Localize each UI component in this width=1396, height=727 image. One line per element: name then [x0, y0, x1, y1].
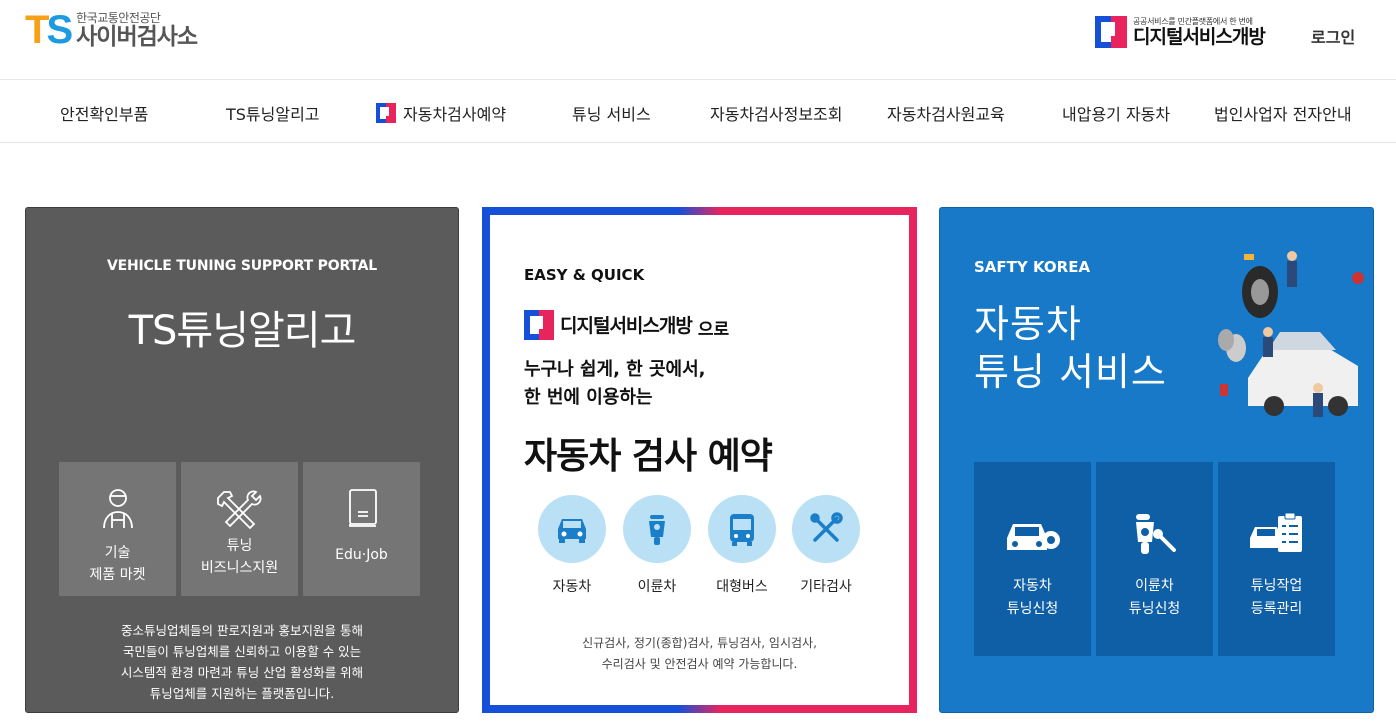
- tile-label-line2: 비즈니스지원: [200, 560, 279, 576]
- site-header: TS 한국교통안전공단 사이버검사소 공공서비스를 민간플랫폼에서 한 번에 디…: [0, 0, 1396, 80]
- document-icon: [348, 489, 377, 527]
- tile-label-line2: 등록관리: [1250, 601, 1303, 617]
- scooter-tool-icon: [1135, 514, 1176, 554]
- card-note: 신규검사, 정기(종합)검사, 튜닝검사, 임시검사, 수리검사 및 안전검사 …: [490, 633, 909, 675]
- card-eyebrow: SAFTY KOREA: [974, 258, 1091, 276]
- tile-label-line1: 튜닝: [226, 538, 253, 554]
- reserve-car-label: 자동차: [552, 579, 592, 595]
- mechanics-illustration: [1218, 251, 1364, 417]
- main-nav: 안전확인부품 TS튜닝알리고 자동차검사예약 튜닝 서비스 자동차검사정보조회 …: [0, 80, 1396, 143]
- tile-label: 튜닝작업 등록관리: [1218, 575, 1335, 621]
- tile-label-line2: 제품 마켓: [89, 567, 146, 583]
- nav-item-inspector-education[interactable]: 자동차검사원교육: [887, 101, 1005, 125]
- tile-label: 이륜차 튜닝신청: [1096, 575, 1213, 621]
- digital-service-logo[interactable]: 공공서비스를 민간플랫폼에서 한 번에 디지털서비스개방: [1095, 16, 1266, 48]
- card-eyebrow: EASY & QUICK: [524, 266, 645, 284]
- tile-tuning-business[interactable]: 튜닝 비즈니스지원: [181, 462, 298, 596]
- card-description: 중소튜닝업체들의 판로지원과 홍보지원을 통해 국민들이 튜닝업체를 신뢰하고 …: [26, 620, 458, 704]
- reserve-bus-label: 대형버스: [716, 579, 768, 595]
- tile-label-line1: 튜닝작업: [1250, 578, 1303, 594]
- bus-icon: [730, 514, 754, 546]
- digital-service-mark-icon: [376, 103, 396, 123]
- digital-service-tagline: 공공서비스를 민간플랫폼에서 한 번에: [1133, 16, 1253, 26]
- brand-suffix: 으로: [697, 320, 730, 340]
- tools-icon: [810, 512, 843, 542]
- card-title-line2: 튜닝 서비스: [974, 350, 1167, 394]
- card-hero-title: 자동차 검사 예약: [524, 436, 773, 477]
- desc-line: 국민들이 튜닝업체를 신뢰하고 이용할 수 있는: [122, 644, 362, 659]
- nav-item-inspection-info[interactable]: 자동차검사정보조회: [710, 101, 842, 125]
- nav-item-tuning-service[interactable]: 튜닝 서비스: [572, 101, 651, 125]
- nav-item-label: 자동차검사예약: [403, 105, 507, 124]
- tile-edu-job[interactable]: Edu·Job: [303, 462, 420, 596]
- motorcycle-icon: [649, 515, 665, 545]
- card-subline-1: 누구나 쉽게, 한 곳에서,: [524, 359, 706, 380]
- tile-label-line1: Edu·Job: [335, 547, 388, 563]
- tile-car-tuning-apply[interactable]: 자동차 튜닝신청: [974, 462, 1091, 656]
- desc-line: 중소튜닝업체들의 판로지원과 홍보지원을 통해: [121, 623, 363, 638]
- tuning-service-card: SAFTY KOREA 자동차 튜닝 서비스 자동차 튜닝신청 이륜차 튜닝신청…: [939, 207, 1374, 713]
- reserve-motorcycle-button[interactable]: [623, 495, 691, 563]
- tile-label: 자동차 튜닝신청: [974, 575, 1091, 621]
- nav-item-inspection-reservation[interactable]: 자동차검사예약: [376, 101, 506, 125]
- tuning-portal-card: VEHICLE TUNING SUPPORT PORTAL TS튜닝알리고 기술…: [25, 207, 459, 713]
- digital-service-name: 디지털서비스개방: [1133, 25, 1266, 48]
- inspection-reservation-card[interactable]: EASY & QUICK 디지털서비스개방 으로 누구나 쉽게, 한 곳에서, …: [482, 207, 917, 713]
- tile-tech-market[interactable]: 기술 제품 마켓: [59, 462, 176, 596]
- tile-tuning-work-register[interactable]: 튜닝작업 등록관리: [1218, 462, 1335, 656]
- reserve-car-button[interactable]: [538, 495, 606, 563]
- tools-icon: [216, 490, 261, 530]
- card-title-line1: 자동차: [974, 302, 1082, 346]
- tile-label-line1: 기술: [104, 545, 131, 561]
- digital-service-brand: 디지털서비스개방 으로: [524, 309, 729, 340]
- reserve-motorcycle-label: 이륜차: [637, 579, 677, 595]
- tile-motorcycle-tuning-apply[interactable]: 이륜차 튜닝신청: [1096, 462, 1213, 656]
- digital-service-mark-icon: [1095, 16, 1127, 48]
- tile-label-line2: 튜닝신청: [1006, 601, 1059, 617]
- login-link[interactable]: 로그인: [1311, 24, 1355, 48]
- car-icon: [558, 519, 586, 543]
- reserve-other-button[interactable]: [792, 495, 860, 563]
- card-eyebrow: VEHICLE TUNING SUPPORT PORTAL: [106, 258, 378, 274]
- desc-line: 시스템적 환경 마련과 튜닝 산업 활성화를 위해: [120, 665, 364, 680]
- reserve-bus-button[interactable]: [708, 495, 776, 563]
- mechanic-icon: [102, 489, 133, 529]
- logo-org-name: 한국교통안전공단: [76, 10, 161, 25]
- note-line: 수리검사 및 안전검사 예약 가능합니다.: [601, 657, 798, 671]
- site-logo[interactable]: TS 한국교통안전공단 사이버검사소: [25, 8, 198, 52]
- logo-site-name: 사이버검사소: [76, 23, 198, 50]
- reserve-other-label: 기타검사: [800, 579, 852, 595]
- card-title: 자동차 튜닝 서비스: [974, 300, 1167, 396]
- tile-label-line2: 튜닝신청: [1128, 601, 1181, 617]
- checklist-car-icon: [1249, 512, 1302, 552]
- nav-item-corporate-notice[interactable]: 법인사업자 전자안내: [1214, 101, 1352, 125]
- car-gear-icon: [1006, 524, 1060, 550]
- nav-item-pressure-vessel[interactable]: 내압용기 자동차: [1062, 101, 1170, 125]
- tile-label-line1: 자동차: [1013, 578, 1052, 594]
- nav-item-ts-tuning[interactable]: TS튜닝알리고: [226, 101, 320, 125]
- brand-name: 디지털서비스개방: [560, 315, 693, 337]
- card-subline-2: 한 번에 이용하는: [524, 387, 653, 408]
- tile-label-line1: 이륜차: [1135, 578, 1174, 594]
- ts-logo-mark: TS: [25, 8, 73, 52]
- card-title: TS튜닝알리고: [128, 308, 357, 354]
- note-line: 신규검사, 정기(종합)검사, 튜닝검사, 임시검사,: [582, 636, 817, 650]
- desc-line: 튜닝업체를 지원하는 플랫폼입니다.: [149, 686, 335, 701]
- nav-item-safety-parts[interactable]: 안전확인부품: [60, 101, 148, 125]
- digital-service-mark-icon: [524, 309, 554, 340]
